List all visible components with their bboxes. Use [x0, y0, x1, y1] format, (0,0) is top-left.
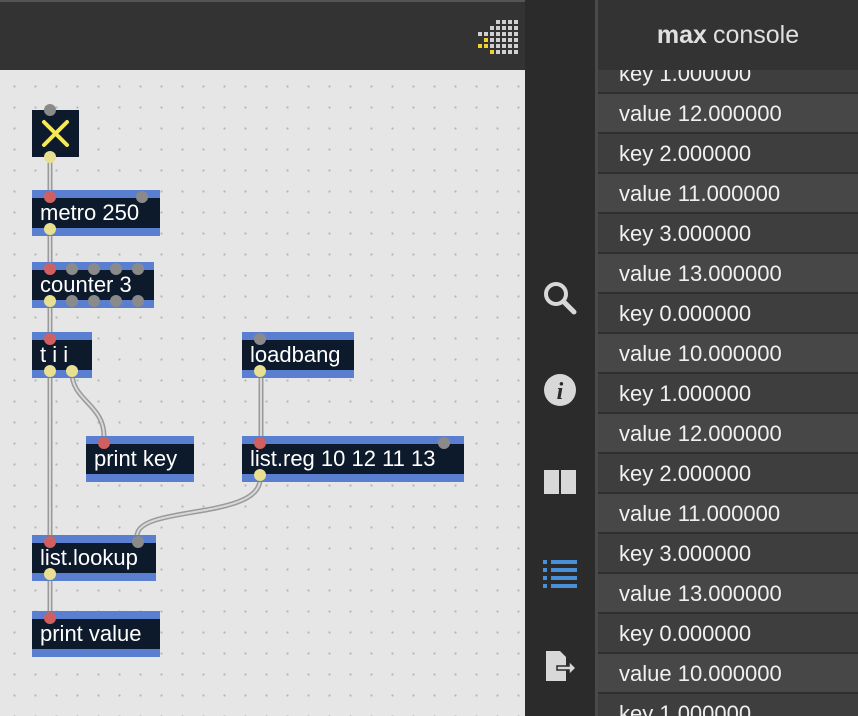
max-console-panel: key 1.000000 value 12.000000 key 2.000000 v…: [598, 0, 858, 716]
patcher-toolbar: [0, 0, 525, 72]
toggle-object[interactable]: [32, 104, 79, 163]
list-lookup-outlet[interactable]: [44, 568, 56, 580]
object-label: counter 3: [40, 272, 132, 297]
list-lookup-object[interactable]: list.lookup: [32, 535, 156, 581]
console-row[interactable]: key 3.000000: [598, 214, 858, 254]
object-label: list.reg 10 12 11 13: [250, 446, 436, 471]
console-brand: max: [656, 20, 707, 49]
console-row[interactable]: key 1.000000: [598, 374, 858, 414]
right-sidebar-toolbar: i: [525, 0, 595, 716]
list-reg-inlet-right[interactable]: [438, 437, 450, 449]
metro-outlet[interactable]: [44, 223, 56, 235]
object-label: loadbang: [250, 342, 341, 367]
counter-outlet-3[interactable]: [88, 295, 100, 307]
console-row[interactable]: key 0.000000: [598, 614, 858, 654]
console-title: console: [712, 20, 800, 49]
console-row[interactable]: value 10.000000: [598, 654, 858, 694]
grid-icon[interactable]: [478, 20, 520, 56]
x-mark-icon: [42, 120, 69, 147]
console-row[interactable]: value 12.000000: [598, 94, 858, 134]
toggle-outlet[interactable]: [44, 151, 56, 163]
counter-outlet-1[interactable]: [44, 295, 56, 307]
console-row[interactable]: key 3.000000: [598, 534, 858, 574]
console-row[interactable]: key 0.000000: [598, 294, 858, 334]
counter-outlet-2[interactable]: [66, 295, 78, 307]
info-icon[interactable]: i: [538, 370, 582, 410]
trigger-object[interactable]: t i i: [32, 332, 92, 378]
console-list-icon[interactable]: [538, 554, 582, 594]
console-row[interactable]: value 13.000000: [598, 254, 858, 294]
metro-object[interactable]: metro 250: [32, 190, 160, 236]
console-row[interactable]: key 2.000000: [598, 454, 858, 494]
trigger-outlet-right[interactable]: [66, 365, 78, 377]
list-reg-object[interactable]: list.reg 10 12 11 13: [242, 436, 464, 482]
object-label: t i i: [40, 342, 69, 367]
console-row[interactable]: key 1.000000: [598, 694, 858, 716]
console-row[interactable]: key 2.000000: [598, 134, 858, 174]
list-reg-outlet[interactable]: [254, 469, 266, 481]
counter-outlet-4[interactable]: [110, 295, 122, 307]
console-row[interactable]: value 11.000000: [598, 494, 858, 534]
print-value-object[interactable]: print value: [32, 611, 160, 657]
print-key-object[interactable]: print key: [86, 436, 194, 482]
console-rows: key 1.000000 value 12.000000 key 2.000000 v…: [598, 54, 858, 716]
object-label: metro 250: [40, 200, 140, 225]
object-label: list.lookup: [40, 545, 138, 570]
console-row[interactable]: value 11.000000: [598, 174, 858, 214]
svg-text:i: i: [557, 379, 564, 405]
console-header: max console: [598, 0, 858, 70]
counter-inlet-5[interactable]: [132, 263, 144, 275]
book-icon[interactable]: [538, 462, 582, 502]
trigger-outlet-left[interactable]: [44, 365, 56, 377]
console-row[interactable]: value 10.000000: [598, 334, 858, 374]
loadbang-outlet[interactable]: [254, 365, 266, 377]
object-label: print key: [94, 446, 178, 471]
counter-object[interactable]: counter 3: [32, 262, 154, 308]
loadbang-object[interactable]: loadbang: [242, 332, 354, 378]
object-label: print value: [40, 621, 142, 646]
counter-outlet-5[interactable]: [132, 295, 144, 307]
search-icon[interactable]: [538, 278, 582, 318]
console-row[interactable]: value 13.000000: [598, 574, 858, 614]
export-icon[interactable]: [538, 646, 582, 686]
console-row[interactable]: value 12.000000: [598, 414, 858, 454]
